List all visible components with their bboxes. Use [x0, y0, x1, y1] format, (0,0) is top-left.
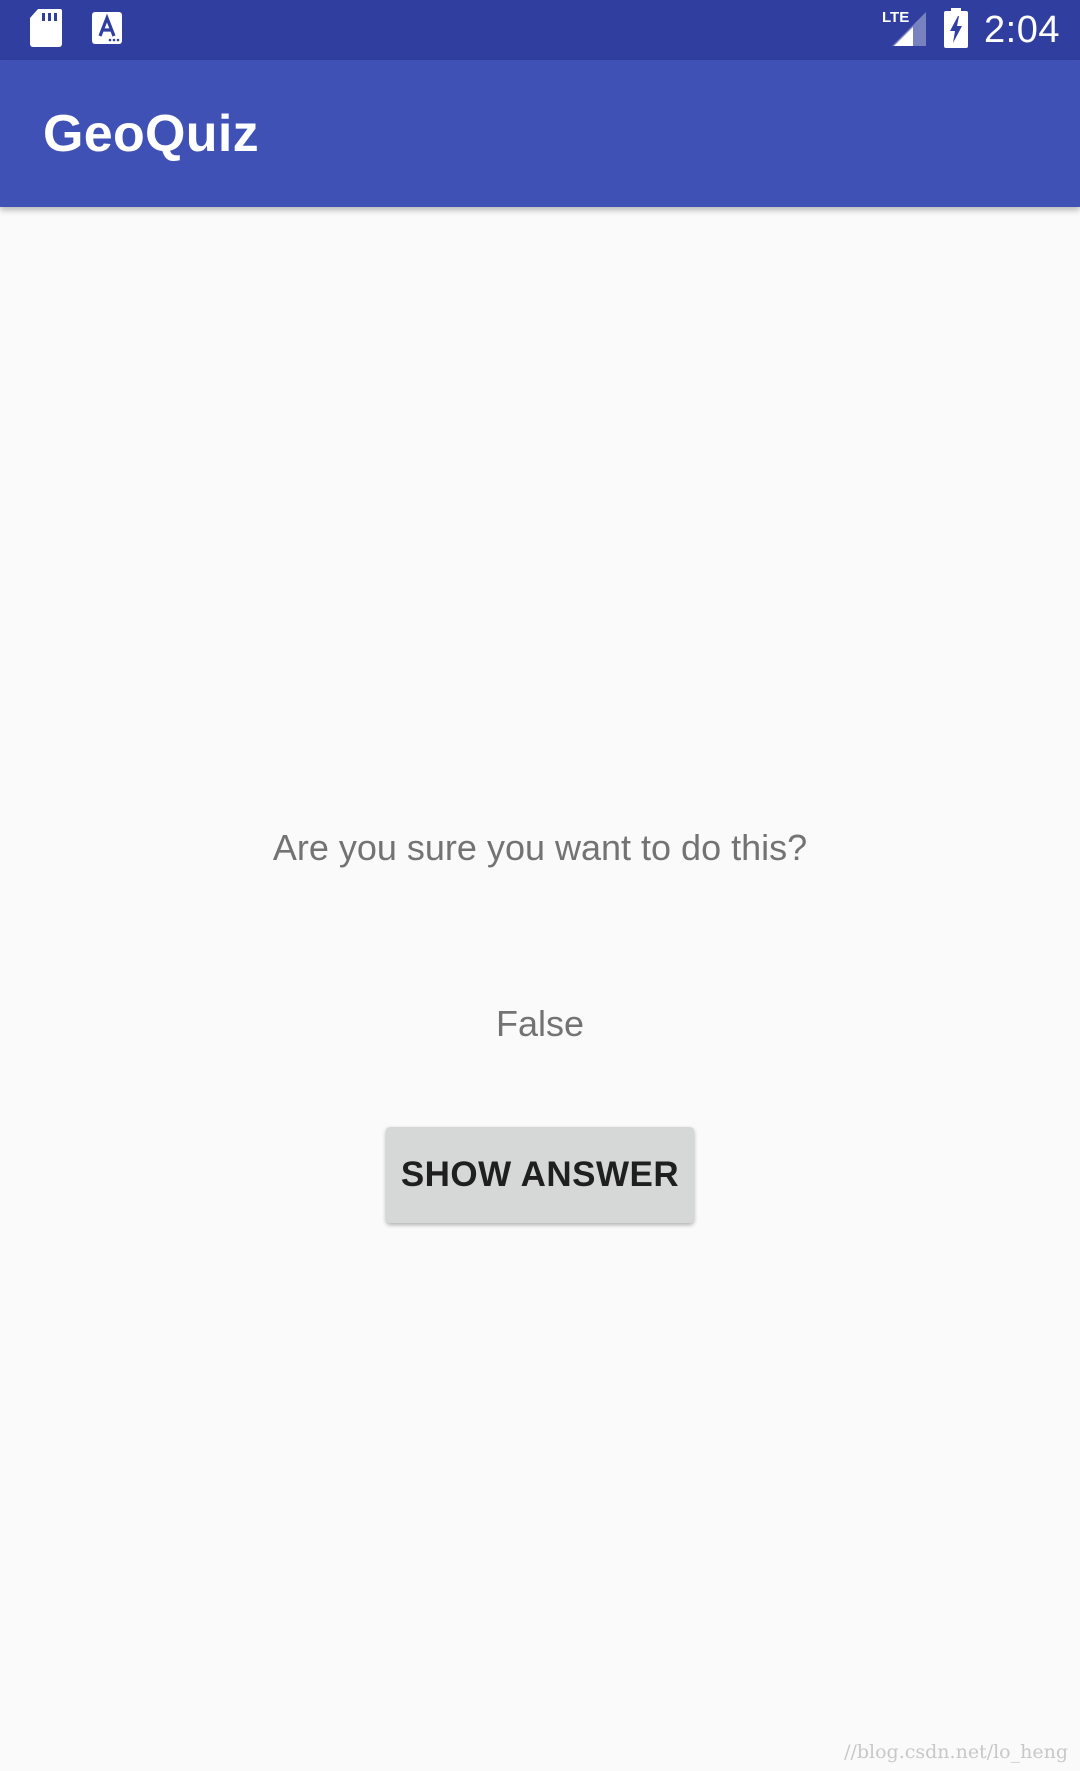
status-left-icons	[30, 0, 122, 60]
watermark: //blog.csdn.net/lo_heng	[844, 1741, 1068, 1763]
answer-text: False	[495, 1003, 585, 1044]
main-content: Are you sure you want to do this? False …	[0, 207, 1080, 1771]
network-label: LTE	[882, 9, 909, 26]
status-right-icons: LTE 2:04	[882, 0, 1060, 60]
app-bar: GeoQuiz	[0, 60, 1080, 207]
show-answer-button[interactable]: SHOW ANSWER	[386, 1127, 694, 1223]
lte-signal-icon: LTE	[882, 8, 928, 53]
warning-question-text: Are you sure you want to do this?	[272, 827, 808, 868]
app-title: GeoQuiz	[43, 105, 259, 163]
battery-charging-icon	[944, 7, 969, 53]
sd-card-icon	[30, 8, 62, 52]
status-bar: LTE 2:04	[0, 0, 1080, 60]
font-a-icon	[92, 11, 122, 49]
status-time: 2:04	[984, 8, 1060, 51]
